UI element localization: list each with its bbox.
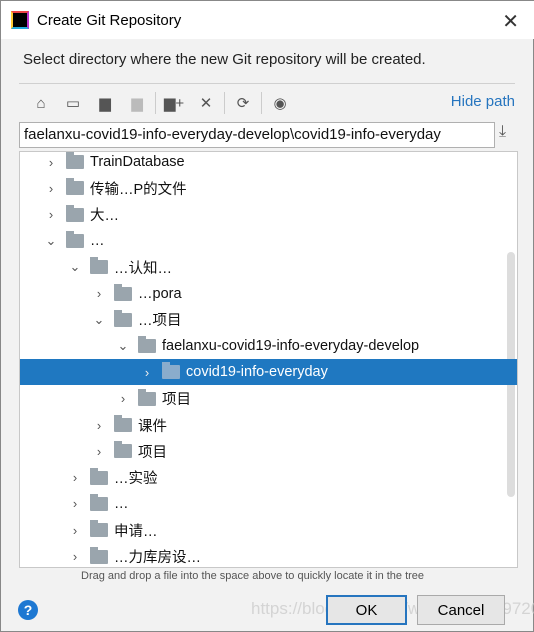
dialog-description: Select directory where the new Git repos… <box>23 51 426 68</box>
tree-row[interactable]: › 项目 <box>20 438 517 464</box>
chevron-right-icon[interactable]: › <box>92 286 106 301</box>
folder-icon <box>90 546 108 564</box>
new-folder-icon[interactable]: ▆+ <box>158 91 190 115</box>
toolbar: ⌂ ▭ ▆ ▆ ▆+ ✕ ⟳ ◉ <box>25 91 296 115</box>
tree-row[interactable]: ⌄ …项目 <box>20 307 517 333</box>
folder-icon <box>66 152 84 169</box>
tree-row-label: TrainDatabase <box>90 154 185 170</box>
divider <box>19 83 515 84</box>
folder-icon <box>114 415 132 432</box>
tree-row[interactable]: ›… <box>20 491 517 517</box>
divider <box>261 92 262 114</box>
folder-icon <box>66 178 84 196</box>
chevron-right-icon[interactable]: › <box>68 470 82 485</box>
tree-row-label: …力库房设… <box>114 550 201 566</box>
chevron-right-icon[interactable]: › <box>116 391 130 406</box>
tree-row-label: 申请… <box>114 523 158 540</box>
window-title: Create Git Repository <box>37 11 182 29</box>
tree-row-label: …pora <box>138 285 182 302</box>
tree-row[interactable]: › …实验 <box>20 465 517 491</box>
divider <box>155 92 156 114</box>
tree-row-label: … <box>114 495 129 512</box>
tree-row[interactable]: › 传输…P的文件 <box>20 175 517 201</box>
refresh-icon[interactable]: ⟳ <box>227 91 259 115</box>
folder-icon <box>162 362 180 380</box>
tree-row-label: 大… <box>90 208 119 225</box>
tree-row[interactable]: › 申请… <box>20 517 517 543</box>
show-hidden-icon[interactable]: ◉ <box>264 91 296 115</box>
folder-icon <box>114 309 132 327</box>
module-folder-icon[interactable]: ▆ <box>121 91 153 115</box>
tree-row[interactable]: › 课件 <box>20 412 517 438</box>
folder-icon <box>90 257 108 275</box>
delete-icon[interactable]: ✕ <box>190 91 222 115</box>
tree-row[interactable]: › covid19-info-everyday <box>20 359 517 386</box>
path-input[interactable]: faelanxu-covid19-info-everyday-develop\c… <box>19 122 495 148</box>
folder-icon <box>90 520 108 538</box>
folder-icon <box>90 467 108 485</box>
tree-row[interactable]: › 大… <box>20 202 517 228</box>
folder-icon <box>66 230 84 248</box>
folder-icon <box>138 388 156 406</box>
tree-row-label: 课件 <box>138 418 167 435</box>
desktop-icon[interactable]: ▭ <box>57 91 89 115</box>
folder-icon <box>114 283 132 301</box>
chevron-right-icon[interactable]: › <box>44 207 58 222</box>
tree-row[interactable]: ⌄ faelanxu-covid19-info-everyday-develop <box>20 333 517 359</box>
divider <box>224 92 225 114</box>
chevron-right-icon[interactable]: › <box>140 365 154 380</box>
drag-drop-hint: Drag and drop a file into the space abov… <box>81 570 425 582</box>
intellij-app-icon <box>11 11 29 29</box>
download-icon[interactable]: ⤓ <box>499 123 506 141</box>
chevron-right-icon[interactable]: › <box>68 523 82 538</box>
folder-icon <box>90 493 108 511</box>
tree-row-label: faelanxu-covid19-info-everyday-develop <box>162 338 420 355</box>
chevron-down-icon[interactable]: ⌄ <box>44 233 58 249</box>
chevron-down-icon[interactable]: ⌄ <box>68 259 82 275</box>
directory-tree[interactable]: › TrainDatabase › 传输…P的文件 › 大… ⌄… ⌄ …认知… › …pora ⌄…… <box>19 151 518 568</box>
tree-row-label: 项目 <box>138 444 167 461</box>
folder-icon <box>114 441 132 459</box>
tree-row[interactable]: ⌄… <box>20 228 517 254</box>
chevron-right-icon[interactable]: › <box>92 444 106 459</box>
tree-row-label: … <box>90 232 105 249</box>
chevron-down-icon[interactable]: ⌄ <box>116 338 130 354</box>
chevron-right-icon[interactable]: › <box>68 549 82 564</box>
chevron-right-icon[interactable]: › <box>92 418 106 433</box>
chevron-right-icon[interactable]: › <box>44 155 58 170</box>
chevron-down-icon[interactable]: ⌄ <box>92 312 106 328</box>
tree-row-label: …项目 <box>138 313 182 330</box>
tree-row-label: 项目 <box>162 392 191 409</box>
hide-path-link[interactable]: Hide path <box>451 93 515 110</box>
tree-row[interactable]: › …pora <box>20 281 517 307</box>
ok-button[interactable]: OK <box>326 595 407 625</box>
cancel-button[interactable]: Cancel <box>417 595 505 625</box>
chevron-right-icon[interactable]: › <box>68 496 82 511</box>
folder-icon <box>66 204 84 222</box>
tree-row-label: 传输…P的文件 <box>90 181 187 198</box>
tree-row[interactable]: › …力库房设… <box>20 544 517 568</box>
tree-row[interactable]: ⌄ …认知… <box>20 254 517 280</box>
chevron-right-icon[interactable]: › <box>44 181 58 196</box>
home-icon[interactable]: ⌂ <box>25 91 57 115</box>
tree-row[interactable]: › 项目 <box>20 386 517 412</box>
tree-row-label: covid19-info-everyday <box>186 364 328 381</box>
tree-row-label: …认知… <box>114 260 172 277</box>
close-icon[interactable]: ✕ <box>502 9 519 34</box>
title-bar: Create Git Repository ✕ <box>1 1 534 39</box>
tree-row-label: …实验 <box>114 471 158 488</box>
tree-row[interactable]: › TrainDatabase <box>20 152 517 175</box>
folder-icon <box>138 336 156 354</box>
help-icon[interactable]: ? <box>18 600 38 620</box>
project-folder-icon[interactable]: ▆ <box>89 91 121 115</box>
